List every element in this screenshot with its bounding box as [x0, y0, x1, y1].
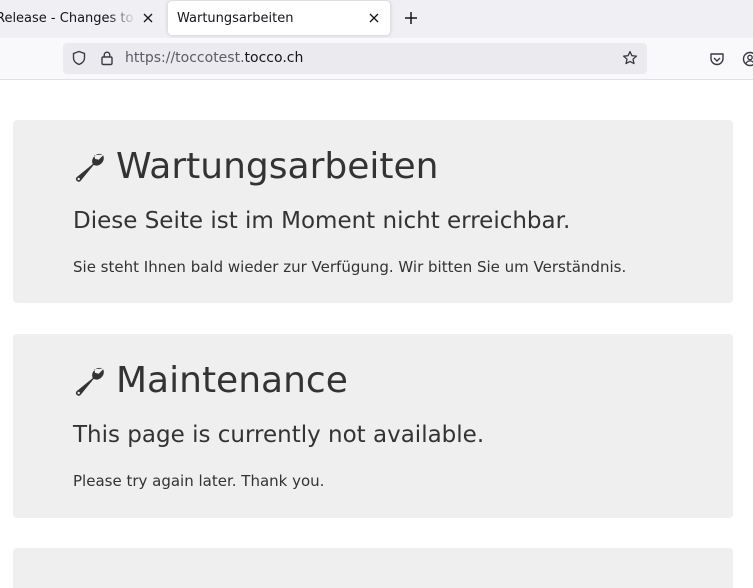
tab-release[interactable]: Release - Changes to Code [0, 0, 164, 36]
navigation-bar: https://toccotest.tocco.ch [0, 38, 753, 80]
plus-icon[interactable] [402, 9, 420, 27]
wrench-icon [73, 364, 107, 398]
tab-strip: Release - Changes to Code Wartungsarbeit… [0, 0, 753, 38]
panel-subtitle: Diese Seite ist im Moment nicht erreichb… [73, 208, 570, 234]
panel-text: Please try again later. Thank you. [73, 472, 324, 490]
close-icon[interactable] [140, 10, 156, 26]
pocket-icon[interactable] [708, 50, 726, 68]
maintenance-panel-next [13, 548, 733, 588]
panel-title-text: Wartungsarbeiten [116, 146, 438, 187]
url-text[interactable]: https://toccotest.tocco.ch [125, 43, 303, 74]
maintenance-panel-en: Maintenance This page is currently not a… [13, 334, 733, 518]
panel-title: Maintenance [73, 360, 348, 401]
tab-title: Release - Changes to Code [0, 11, 136, 26]
wrench-icon [73, 150, 107, 184]
panel-title-text: Maintenance [116, 360, 348, 401]
tab-wartungsarbeiten[interactable]: Wartungsarbeiten [168, 1, 390, 35]
tab-title: Wartungsarbeiten [177, 11, 357, 26]
star-icon[interactable] [622, 50, 638, 66]
panel-text: Sie steht Ihnen bald wieder zur Verfügun… [73, 258, 626, 276]
url-bar[interactable]: https://toccotest.tocco.ch [63, 43, 647, 74]
lock-icon[interactable] [99, 50, 115, 66]
panel-subtitle: This page is currently not available. [73, 422, 484, 448]
account-icon[interactable] [741, 50, 753, 68]
close-icon[interactable] [366, 10, 382, 26]
url-prefix: https://toccotest. [125, 50, 245, 66]
url-domain: tocco.ch [245, 50, 304, 66]
maintenance-panel-de: Wartungsarbeiten Diese Seite ist im Mome… [13, 120, 733, 303]
shield-icon[interactable] [71, 50, 87, 66]
panel-title: Wartungsarbeiten [73, 146, 438, 187]
